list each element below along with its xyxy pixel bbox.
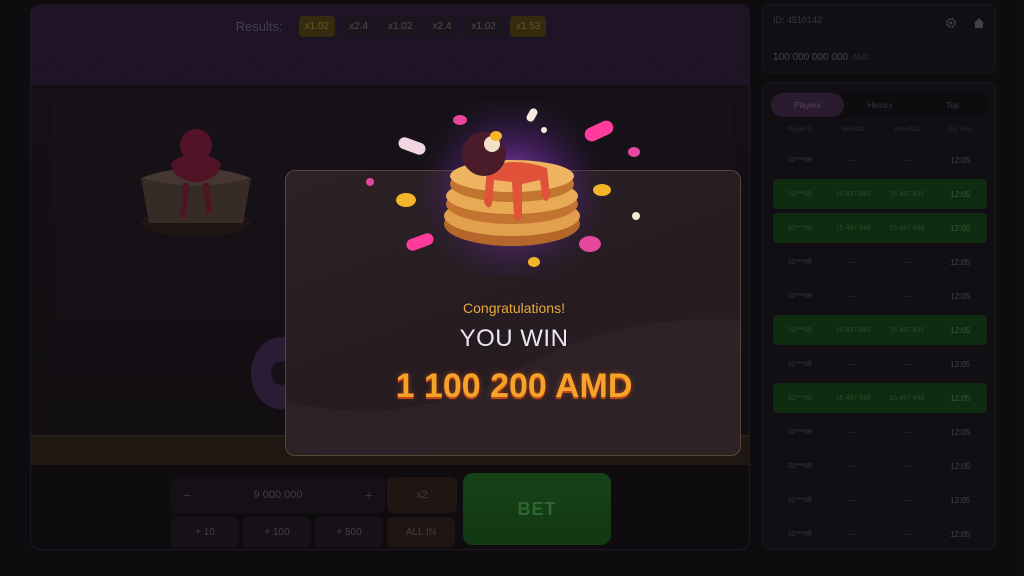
- congrats-text: Congratulations!: [463, 300, 565, 316]
- win-amount: 1 100 200 AMD: [395, 367, 633, 405]
- pancake-illustration: [366, 96, 640, 276]
- you-win-title: YOU WIN: [459, 325, 569, 352]
